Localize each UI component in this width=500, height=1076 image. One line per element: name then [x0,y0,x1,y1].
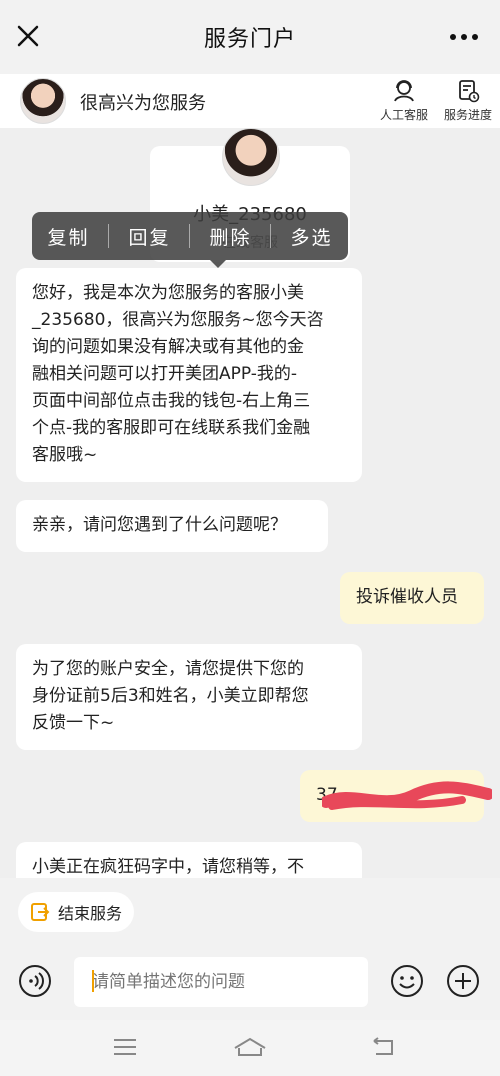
document-progress-icon [459,80,480,103]
welcome-text: 很高兴为您服务 [80,93,206,114]
message-line: 融相关问题可以打开美团APP-我的- [32,364,298,384]
message-line: 页面中间部位点击我的钱包-右上角三 [32,391,311,411]
headset-icon [394,80,414,102]
service-progress-button[interactable]: 服务进度 [438,78,498,126]
service-header: 很高兴为您服务 人工客服 服务进度 [0,74,500,128]
menu-divider [189,224,191,248]
user-message[interactable]: 投诉催收人员 [340,572,484,624]
end-service-label: 结束服务 [58,904,123,923]
message-input[interactable] [74,957,368,1007]
system-nav-bar [0,1020,500,1076]
composer [0,940,500,1020]
end-service-button[interactable]: 结束服务 [18,892,134,932]
end-service-bar: 结束服务 [0,878,500,940]
plus-icon[interactable] [446,964,480,998]
home-icon[interactable] [232,1036,268,1058]
voice-input-icon[interactable] [18,964,52,998]
top-bar: 服务门户 [0,0,500,74]
message-line: 个点-我的客服即可在线联系我们金融 [32,418,311,438]
agent-avatar [20,78,66,124]
agent-message[interactable]: 亲亲，请问您遇到了什么问题呢？ [16,500,328,552]
menu-item-reply[interactable]: 回复 [116,223,182,250]
message-line: 反馈一下~ [32,713,115,733]
back-icon[interactable] [368,1036,396,1058]
redaction-scribble [322,781,492,810]
menu-item-copy[interactable]: 复制 [35,223,101,250]
message-line: 客服哦~ [32,445,98,465]
message-line: 小美正在疯狂码字中，请您稍等，不 [32,857,304,877]
text-cursor [92,970,94,992]
message-line: _235680，很高兴为您服务~您今天咨 [32,310,324,330]
agent-message[interactable]: 您好，我是本次为您服务的客服小美 _235680，很高兴为您服务~您今天咨 询的… [16,268,362,482]
agent-message[interactable]: 小美正在疯狂码字中，请您稍等，不 [16,842,362,878]
page-title: 服务门户 [203,27,296,52]
chat-area[interactable]: 小美_235680 在线客服 复制 回复 删除 多选 您好，我是本次为您服务的客… [0,128,500,878]
human-agent-button[interactable]: 人工客服 [374,78,434,126]
message-line: 询的问题如果没有解决或有其他的金 [32,337,304,357]
more-icon[interactable] [450,34,478,42]
close-icon[interactable] [14,22,42,50]
menu-item-delete[interactable]: 删除 [197,223,263,250]
menu-divider [108,224,110,248]
agent-message[interactable]: 为了您的账户安全，请您提供下您的 身份证前5后3和姓名，小美立即帮您 反馈一下~ [16,644,362,750]
menu-icon[interactable] [112,1036,138,1058]
menu-caret [210,260,226,268]
human-agent-label: 人工客服 [379,108,428,122]
agent-card-avatar [222,128,280,186]
user-message[interactable]: 37 [300,770,492,822]
menu-item-multiselect[interactable]: 多选 [278,223,344,250]
message-line: 亲亲，请问您遇到了什么问题呢？ [32,515,287,535]
message-context-menu: 复制 回复 删除 多选 [32,212,348,268]
menu-divider [270,224,272,248]
message-line: 投诉催收人员 [356,587,458,607]
emoji-icon[interactable] [390,964,424,998]
message-line: 身份证前5后3和姓名，小美立即帮您 [32,686,309,706]
message-line: 您好，我是本次为您服务的客服小美 [32,283,304,303]
service-progress-label: 服务进度 [443,108,492,122]
message-line: 为了您的账户安全，请您提供下您的 [32,659,304,679]
exit-icon [31,903,50,921]
